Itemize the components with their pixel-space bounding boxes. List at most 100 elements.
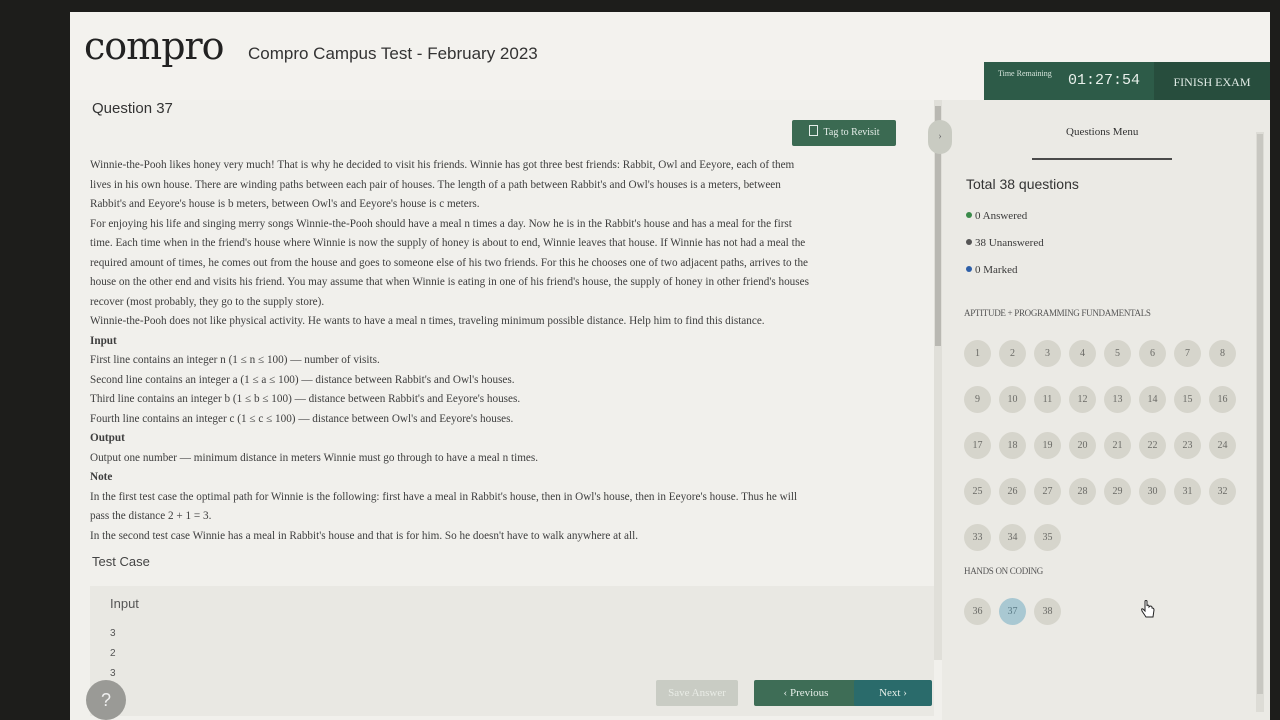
input-line: Fourth line contains an integer c (1 ≤ c… xyxy=(90,412,514,425)
statement-line: house on the other end and visits his fr… xyxy=(90,276,809,288)
note-line: In the first test case the optimal path … xyxy=(90,490,798,503)
question-button-4[interactable]: 4 xyxy=(1069,340,1096,367)
help-button[interactable]: ? xyxy=(86,680,126,720)
section-coding-label: HANDS ON CODING xyxy=(964,566,1044,576)
question-button-19[interactable]: 19 xyxy=(1034,432,1061,459)
answered-count: 0 Answered xyxy=(975,210,1028,222)
question-text: Winnie-the-Pooh likes honey very much! T… xyxy=(90,156,910,546)
timer-label: Time Remaining xyxy=(998,69,1052,78)
test-input-value: 3 xyxy=(110,628,116,639)
question-button-27[interactable]: 27 xyxy=(1034,478,1061,505)
logo: compro xyxy=(84,24,225,68)
input-heading: Input xyxy=(90,334,117,347)
exam-title: Compro Campus Test - February 2023 xyxy=(248,44,538,63)
note-line: pass the distance 2 + 1 = 3. xyxy=(90,510,212,522)
save-answer-button[interactable]: Save Answer xyxy=(656,680,738,706)
input-line: Third line contains an integer b (1 ≤ b … xyxy=(90,393,521,405)
question-scrollbar[interactable] xyxy=(934,100,942,660)
unanswered-stat: 38 Unanswered xyxy=(966,237,1044,249)
question-button-2[interactable]: 2 xyxy=(999,340,1026,367)
next-button[interactable]: Next › xyxy=(854,680,932,706)
chevron-right-icon[interactable]: › xyxy=(928,120,952,154)
question-button-38[interactable]: 38 xyxy=(1034,598,1061,625)
test-case-heading: Test Case xyxy=(92,554,150,569)
hand-cursor-icon xyxy=(1141,600,1155,618)
question-button-31[interactable]: 31 xyxy=(1174,478,1201,505)
question-button-33[interactable]: 33 xyxy=(964,524,991,551)
question-button-14[interactable]: 14 xyxy=(1139,386,1166,413)
previous-button[interactable]: ‹ Previous xyxy=(754,680,858,706)
bookmark-icon xyxy=(808,125,818,136)
header: compro Compro Campus Test - February 202… xyxy=(70,12,1270,102)
sidebar-scrollbar-thumb[interactable] xyxy=(1257,134,1263,694)
tag-label: Tag to Revisit xyxy=(823,127,880,138)
input-line: First line contains an integer n (1 ≤ n … xyxy=(90,354,380,366)
test-input-label: Input xyxy=(110,596,139,611)
note-line: In the second test case Winnie has a mea… xyxy=(90,529,639,542)
question-button-7[interactable]: 7 xyxy=(1174,340,1201,367)
tag-to-revisit-button[interactable]: Tag to Revisit xyxy=(792,120,896,146)
statement-line: Winnie-the-Pooh likes honey very much! T… xyxy=(90,159,795,171)
timer-value: 01:27:54 xyxy=(1068,72,1141,89)
test-input-value: 2 xyxy=(110,648,116,659)
question-button-20[interactable]: 20 xyxy=(1069,432,1096,459)
sidebar-scrollbar[interactable] xyxy=(1256,132,1264,712)
question-button-13[interactable]: 13 xyxy=(1104,386,1131,413)
questions-sidebar: › Questions Menu Total 38 questions 0 An… xyxy=(928,100,1270,720)
question-button-21[interactable]: 21 xyxy=(1104,432,1131,459)
section-aptitude-label: APTITUDE + PROGRAMMING FUNDAMENTALS xyxy=(964,308,1151,318)
question-button-24[interactable]: 24 xyxy=(1209,432,1236,459)
output-heading: Output xyxy=(90,432,125,444)
question-button-22[interactable]: 22 xyxy=(1139,432,1166,459)
menu-underline xyxy=(1032,158,1172,160)
input-line: Second line contains an integer a (1 ≤ a… xyxy=(90,373,515,386)
total-questions: Total 38 questions xyxy=(966,176,1079,192)
question-button-9[interactable]: 9 xyxy=(964,386,991,413)
test-input-value: 3 xyxy=(110,668,116,679)
question-button-35[interactable]: 35 xyxy=(1034,524,1061,551)
question-button-36[interactable]: 36 xyxy=(964,598,991,625)
previous-label: Previous xyxy=(789,687,829,699)
statement-line: recover (most probably, they go to the s… xyxy=(90,295,325,308)
timer-box: Time Remaining 01:27:54 xyxy=(984,62,1154,102)
question-button-25[interactable]: 25 xyxy=(964,478,991,505)
statement-line: lives in his own house. There are windin… xyxy=(90,178,781,191)
statement-line: required amount of times, he comes out f… xyxy=(90,256,809,269)
note-heading: Note xyxy=(90,471,113,483)
question-button-37[interactable]: 37 xyxy=(999,598,1026,625)
statement-line: For enjoying his life and singing merry … xyxy=(90,217,792,230)
question-button-32[interactable]: 32 xyxy=(1209,478,1236,505)
marked-count: 0 Marked xyxy=(975,264,1018,276)
question-button-3[interactable]: 3 xyxy=(1034,340,1061,367)
question-button-16[interactable]: 16 xyxy=(1209,386,1236,413)
questions-menu-title[interactable]: Questions Menu xyxy=(1066,126,1138,138)
question-button-15[interactable]: 15 xyxy=(1174,386,1201,413)
question-number: Question 37 xyxy=(92,100,173,117)
question-button-23[interactable]: 23 xyxy=(1174,432,1201,459)
answered-dot-icon xyxy=(966,212,972,218)
question-button-30[interactable]: 30 xyxy=(1139,478,1166,505)
question-button-1[interactable]: 1 xyxy=(964,340,991,367)
unanswered-dot-icon xyxy=(966,239,972,245)
question-button-12[interactable]: 12 xyxy=(1069,386,1096,413)
question-button-11[interactable]: 11 xyxy=(1034,386,1061,413)
question-button-17[interactable]: 17 xyxy=(964,432,991,459)
question-button-29[interactable]: 29 xyxy=(1104,478,1131,505)
question-button-10[interactable]: 10 xyxy=(999,386,1026,413)
marked-stat: 0 Marked xyxy=(966,264,1017,276)
output-line: Output one number — minimum distance in … xyxy=(90,451,539,464)
statement-line: Rabbit's and Eeyore's house is b meters,… xyxy=(90,198,480,210)
exam-screen: compro Compro Campus Test - February 202… xyxy=(70,12,1270,720)
unanswered-count: 38 Unanswered xyxy=(975,237,1044,249)
question-button-28[interactable]: 28 xyxy=(1069,478,1096,505)
statement-line: Winnie-the-Pooh does not like physical a… xyxy=(90,315,765,327)
question-button-34[interactable]: 34 xyxy=(999,524,1026,551)
question-button-8[interactable]: 8 xyxy=(1209,340,1236,367)
statement-line: time. Each time when in the friend's hou… xyxy=(90,237,806,249)
question-button-26[interactable]: 26 xyxy=(999,478,1026,505)
finish-exam-button[interactable]: FINISH EXAM xyxy=(1154,62,1270,102)
question-button-5[interactable]: 5 xyxy=(1104,340,1131,367)
question-button-18[interactable]: 18 xyxy=(999,432,1026,459)
question-button-6[interactable]: 6 xyxy=(1139,340,1166,367)
question-panel: Question 37 Tag to Revisit Winnie-the-Po… xyxy=(70,100,942,720)
